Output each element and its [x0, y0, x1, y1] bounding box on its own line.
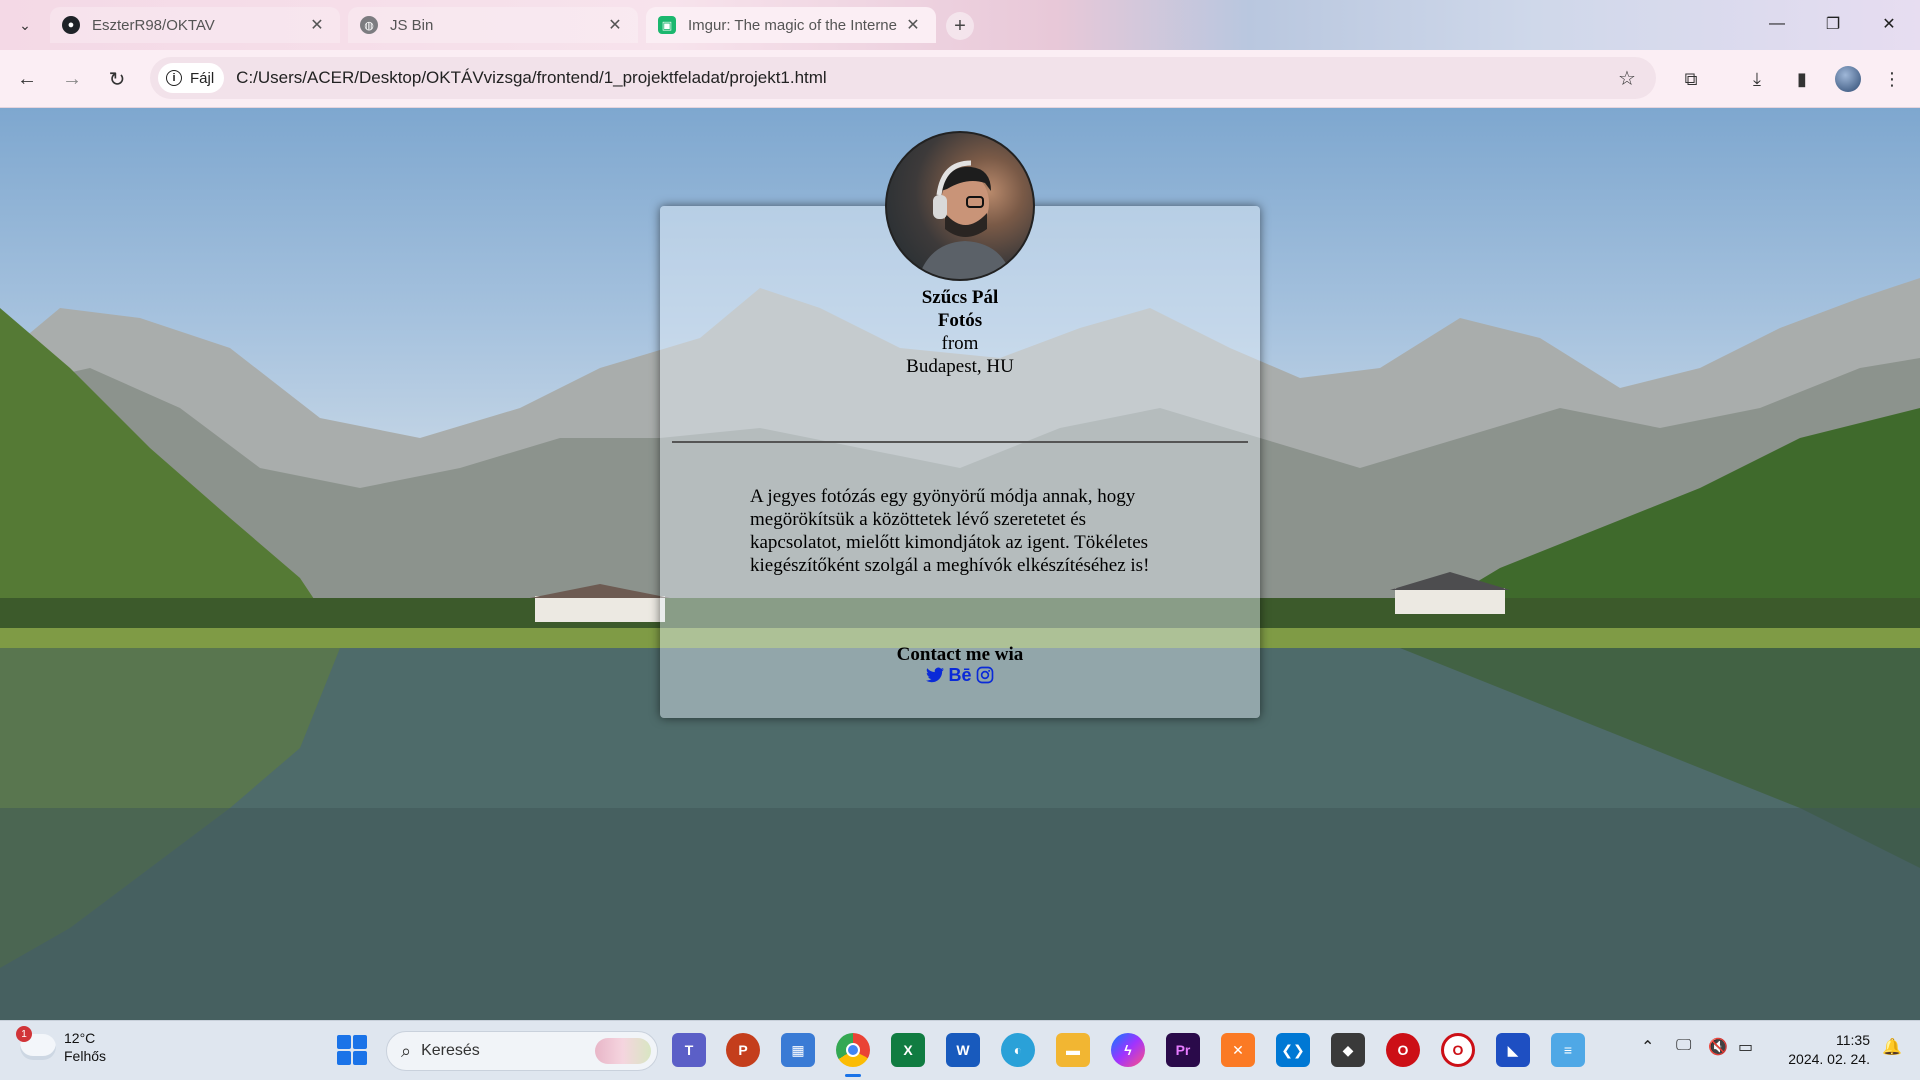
imgur-icon: ▣ [658, 16, 676, 34]
windows-logo-icon [337, 1035, 351, 1049]
reload-icon[interactable]: ↻ [102, 64, 132, 94]
restore-icon[interactable]: ❐ [1810, 8, 1856, 40]
weather-temperature: 12°C [64, 1030, 96, 1046]
tab-label: JS Bin [390, 16, 434, 34]
xampp-icon[interactable]: ✕ [1221, 1033, 1255, 1067]
instagram-icon[interactable] [976, 665, 994, 685]
info-icon: i [166, 70, 182, 86]
notification-bell-icon[interactable]: 🔔 [1882, 1037, 1902, 1057]
word-icon[interactable]: W [946, 1033, 980, 1067]
contact-heading: Contact me wia [896, 644, 1024, 665]
taskbar-search[interactable]: ⌕ Keresés [386, 1031, 658, 1071]
behance-icon[interactable]: Bē [948, 665, 971, 685]
site-info-label: Fájl [190, 69, 215, 87]
windows-taskbar: 1 12°C Felhős ⌕ Keresés T P ▦ X W ◐ ▬ ϟ … [0, 1020, 1920, 1080]
page-viewport: Szűcs Pál Fotós from Budapest, HU A jegy… [0, 108, 1920, 1020]
inkscape-icon[interactable]: ◆ [1331, 1033, 1365, 1067]
file-explorer-icon[interactable]: ▬ [1056, 1033, 1090, 1067]
excel-icon[interactable]: X [891, 1033, 925, 1067]
tab-search-button[interactable]: ⌄ [12, 12, 38, 38]
browser-titlebar: ⌄ ● EszterR98/OKTAV ✕ ◍ JS Bin ✕ ▣ Imgur… [0, 0, 1920, 50]
profile-name: Szűcs Pál [921, 287, 999, 308]
opera-gx-icon[interactable]: O [1441, 1033, 1475, 1067]
profile-avatar-photo [885, 131, 1035, 281]
profile-card [660, 206, 1260, 718]
messenger-icon[interactable]: ϟ [1111, 1033, 1145, 1067]
volume-muted-icon[interactable]: 🔇 [1708, 1037, 1728, 1057]
battery-icon[interactable]: ▭ [1738, 1037, 1753, 1057]
browser-toolbar: ← → ↻ i Fájl C:/Users/ACER/Desktop/OKTÁV… [0, 50, 1920, 108]
chrome-icon[interactable] [836, 1033, 870, 1067]
maps-icon[interactable]: ◐ [1001, 1033, 1035, 1067]
premiere-pro-icon[interactable]: Pr [1166, 1033, 1200, 1067]
forward-icon[interactable]: → [57, 64, 87, 94]
chevron-up-icon[interactable]: ⌃ [1641, 1037, 1654, 1057]
powerpoint-icon[interactable]: P [726, 1033, 760, 1067]
side-panel-icon[interactable]: ▮ [1788, 65, 1816, 93]
new-tab-button[interactable]: + [946, 12, 974, 40]
menu-kebab-icon[interactable]: ⋮ [1878, 65, 1906, 93]
tab-close-icon[interactable]: ✕ [604, 14, 626, 36]
download-icon[interactable]: ⤓ [1743, 65, 1771, 93]
teams-icon[interactable]: T [672, 1033, 706, 1067]
tab-close-icon[interactable]: ✕ [902, 14, 924, 36]
cloud-icon: 1 [16, 1026, 56, 1060]
card-divider [672, 441, 1248, 443]
address-bar[interactable]: i Fájl C:/Users/ACER/Desktop/OKTÁVvizsga… [150, 57, 1656, 99]
profile-avatar[interactable] [1835, 66, 1861, 92]
network-icon[interactable]: 🖵 [1676, 1037, 1691, 1055]
search-icon: ⌕ [401, 1040, 412, 1061]
tab-imgur[interactable]: ▣ Imgur: The magic of the Interne ✕ [646, 7, 936, 43]
twitter-icon[interactable] [926, 665, 945, 685]
weather-condition: Felhős [64, 1048, 107, 1064]
bookmark-star-icon[interactable]: ☆ [1612, 63, 1642, 93]
notepad-icon[interactable]: ≡ [1551, 1033, 1585, 1067]
profile-bio: A jegyes fotózás egy gyönyörű módja anna… [750, 486, 1150, 576]
control-panel-icon[interactable]: ▦ [781, 1033, 815, 1067]
search-highlight-image [595, 1038, 651, 1064]
tab-label: Imgur: The magic of the Interne [688, 16, 897, 34]
url-text[interactable]: C:/Users/ACER/Desktop/OKTÁVvizsga/fronte… [236, 68, 1612, 88]
close-window-icon[interactable]: ✕ [1866, 8, 1912, 40]
profile-location: Budapest, HU [906, 356, 1014, 377]
snipping-tool-icon[interactable]: ◣ [1496, 1033, 1530, 1067]
tab-close-icon[interactable]: ✕ [306, 14, 328, 36]
vscode-icon[interactable]: ❮❯ [1276, 1033, 1310, 1067]
profile-role: Fotós [937, 310, 983, 331]
from-label: from [941, 333, 979, 354]
clock-date: 2024. 02. 24. [1788, 1051, 1870, 1067]
weather-widget[interactable]: 1 12°C Felhős [16, 1026, 107, 1065]
globe-icon: ◍ [360, 16, 378, 34]
tab-github[interactable]: ● EszterR98/OKTAV ✕ [50, 7, 340, 43]
clock-time: 11:35 [1836, 1032, 1870, 1048]
site-info-chip[interactable]: i Fájl [158, 63, 225, 93]
opera-icon[interactable]: O [1386, 1033, 1420, 1067]
notification-badge: 1 [16, 1026, 32, 1042]
search-placeholder: Keresés [421, 1042, 480, 1059]
portrait-image [918, 160, 1012, 279]
github-icon: ● [62, 16, 80, 34]
extensions-icon[interactable]: ⧉ [1677, 65, 1705, 93]
start-button[interactable] [337, 1035, 367, 1065]
back-icon[interactable]: ← [12, 64, 42, 94]
social-links: Bē [660, 665, 1260, 685]
system-clock[interactable]: 11:35 2024. 02. 24. [1780, 1031, 1870, 1069]
minimize-icon[interactable]: — [1754, 8, 1800, 40]
tab-jsbin[interactable]: ◍ JS Bin ✕ [348, 7, 638, 43]
tab-label: EszterR98/OKTAV [92, 16, 215, 34]
chrome-active-indicator [845, 1074, 861, 1077]
